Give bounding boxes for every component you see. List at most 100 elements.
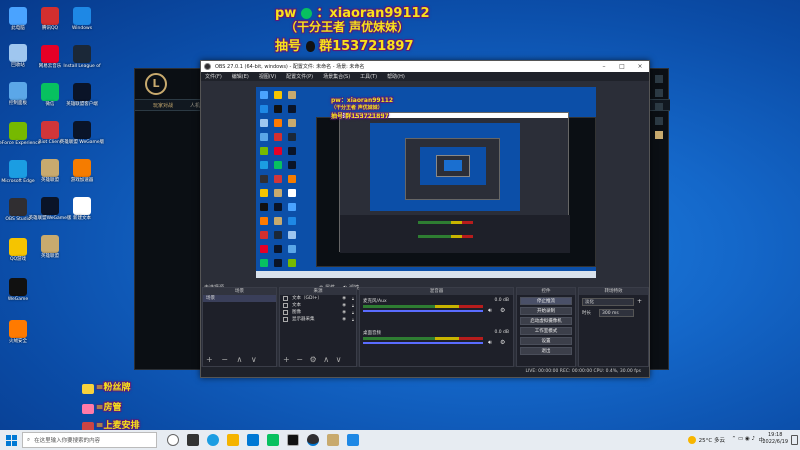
preview-icon: [288, 147, 296, 155]
desktop-icon-label: 网易云音乐: [38, 64, 62, 69]
close-button[interactable]: ×: [631, 61, 649, 72]
source-item[interactable]: 文本 ◉ 🔒︎: [280, 302, 356, 309]
lock-icon[interactable]: 🔒︎: [352, 295, 354, 302]
start-button[interactable]: [0, 430, 22, 450]
transitions-dock: 转场特效 淡化 + 时长 300 ms: [578, 287, 649, 367]
obs-menu-item[interactable]: 视图(V): [259, 73, 276, 80]
edge-taskbar-icon[interactable]: [207, 434, 219, 446]
source-item[interactable]: 文本（GDI+） ◉ 🔒︎: [280, 295, 356, 302]
desktop-icon[interactable]: 微信: [33, 81, 67, 115]
obs-menu-item[interactable]: 工具(T): [360, 73, 377, 80]
mic-mute-icon[interactable]: 🔊︎: [488, 307, 492, 315]
preview-icon: [288, 133, 296, 141]
exit-button[interactable]: 退出: [520, 347, 572, 355]
desktop-icon[interactable]: OBS Studio: [1, 196, 35, 230]
desktop-icon-label: 腾讯QQ: [41, 26, 59, 31]
desktop-icon[interactable]: 此电脑: [1, 5, 35, 39]
weather-widget[interactable]: 25°C 多云: [687, 436, 725, 444]
lock-icon[interactable]: 🔒︎: [352, 316, 354, 323]
obs-window[interactable]: OBS 27.0.1 (64-bit, windows) - 配置文件: 未命名…: [200, 60, 650, 378]
wechat-taskbar-icon[interactable]: [267, 434, 279, 446]
transition-add-icon[interactable]: +: [637, 298, 642, 305]
desktop-icon[interactable]: 英雄联盟WeGame版: [29, 195, 71, 229]
obs-taskbar-icon[interactable]: [307, 434, 319, 446]
desktop-icon[interactable]: 网易云音乐: [33, 43, 67, 77]
desktop-icon[interactable]: GeForce Experience: [0, 120, 40, 154]
league-taskbar-icon[interactable]: [287, 434, 299, 446]
notification-icon[interactable]: [791, 435, 798, 445]
settings-button[interactable]: 设置: [520, 337, 572, 345]
visibility-eye-icon[interactable]: ◉: [342, 309, 346, 316]
desktop-icon[interactable]: 腾讯QQ: [33, 5, 67, 39]
desktop-icon[interactable]: 游戏加速器: [65, 157, 99, 191]
mic-volume-slider[interactable]: [363, 310, 483, 312]
scenes-dock: 场景 场景 + − ∧ ∨: [202, 287, 277, 367]
desktop-icon[interactable]: Microsoft Edge: [1, 158, 35, 192]
source-type-icon: [283, 310, 288, 315]
desktop-icon[interactable]: 英雄联盟 WeGame版: [60, 119, 104, 153]
transition-select[interactable]: 淡化: [582, 298, 634, 306]
desktop-icon[interactable]: 英雄联盟: [33, 233, 67, 267]
launcher-tab-coop[interactable]: 人机: [190, 102, 200, 109]
desktop-icon[interactable]: Install League of: [63, 43, 101, 77]
obs-preview[interactable]: pw：xiaoran99112 （干分王者 声优妹妹） 抽号 群15372189…: [256, 87, 596, 278]
mic-settings-icon[interactable]: ⚙: [500, 307, 505, 314]
studio-mode-button[interactable]: 工作室模式: [520, 327, 572, 335]
duration-input[interactable]: 300 ms: [599, 309, 634, 317]
desktop-icon[interactable]: WeGame: [1, 276, 35, 310]
lock-icon[interactable]: 🔒︎: [352, 309, 354, 316]
visibility-eye-icon[interactable]: ◉: [342, 316, 346, 323]
desktop-icon[interactable]: 控制面板: [1, 80, 35, 114]
preview-icon: [260, 203, 268, 211]
preview-icon: [260, 231, 268, 239]
obs-menu-item[interactable]: 配置文件(P): [286, 73, 313, 80]
desktop-icon[interactable]: 英雄联盟: [33, 157, 67, 191]
search-box[interactable]: ⌕ 在这里输入你要搜索的内容: [22, 432, 157, 448]
desktop-icon[interactable]: 火绒安全: [1, 318, 35, 352]
source-item[interactable]: 显示器采集 ◉ 🔒︎: [280, 316, 356, 323]
file-explorer-icon[interactable]: [227, 434, 239, 446]
source-item[interactable]: 图像 ◉ 🔒︎: [280, 309, 356, 316]
desktop-mute-icon[interactable]: 🔊︎: [488, 339, 492, 347]
source-label: 显示器采集: [292, 317, 315, 322]
desktop-icon[interactable]: 英雄联盟客户端: [65, 81, 99, 115]
obs-menu-item[interactable]: 文件(F): [205, 73, 222, 80]
scenes-toolbar[interactable]: + − ∧ ∨: [206, 355, 260, 364]
visibility-eye-icon[interactable]: ◉: [342, 295, 346, 302]
obs-menu-item[interactable]: 帮助(H): [387, 73, 405, 80]
lock-icon[interactable]: 🔒︎: [352, 302, 354, 309]
desktop-settings-icon[interactable]: ⚙: [500, 339, 505, 346]
app-taskbar-icon[interactable]: [347, 434, 359, 446]
desktop-icon-label: 英雄联盟: [41, 178, 59, 183]
launcher-tab-pvp[interactable]: 玩家对战: [153, 102, 173, 109]
desktop-icon-label: Install League of: [63, 64, 101, 69]
preview-icon: [288, 161, 296, 169]
task-view-icon[interactable]: [187, 434, 199, 446]
desktop-icon[interactable]: Windows: [65, 5, 99, 39]
scene-item[interactable]: 场景: [203, 295, 276, 302]
store-icon[interactable]: [247, 434, 259, 446]
app-icon: [73, 83, 91, 101]
obs-titlebar[interactable]: OBS 27.0.1 (64-bit, windows) - 配置文件: 未命名…: [201, 61, 649, 72]
sources-toolbar[interactable]: + − ⚙ ∧ ∨: [283, 355, 343, 364]
desktop-icon[interactable]: 回收站: [1, 42, 35, 76]
desktop-icon[interactable]: Riot Client: [33, 119, 67, 153]
desktop-icon-label: 新建文本: [73, 216, 91, 221]
desktop-icon[interactable]: 新建文本: [65, 195, 99, 229]
stop-streaming-button[interactable]: 停止推流: [520, 297, 572, 305]
start-virtual-camera-button[interactable]: 启动虚拟摄像机: [520, 317, 572, 325]
maximize-button[interactable]: □: [613, 61, 631, 72]
obs-menu-item[interactable]: 场景集合(S): [323, 73, 350, 80]
desktop-icon[interactable]: QQ游戏: [1, 236, 35, 270]
app-icon: [73, 121, 91, 139]
riot-taskbar-icon[interactable]: [327, 434, 339, 446]
obs-menu-item[interactable]: 编辑(E): [232, 73, 249, 80]
clock[interactable]: 19:18 2022/6/19: [762, 432, 788, 446]
visibility-eye-icon[interactable]: ◉: [342, 302, 346, 309]
cortana-icon[interactable]: [167, 434, 179, 446]
desktop-volume-slider[interactable]: [363, 342, 483, 344]
start-recording-button[interactable]: 开始录制: [520, 307, 572, 315]
tray-icons[interactable]: ⌃ ▭ ◉ ♪: [732, 436, 755, 442]
preview-icon: [274, 91, 282, 99]
minimize-button[interactable]: –: [595, 61, 613, 72]
